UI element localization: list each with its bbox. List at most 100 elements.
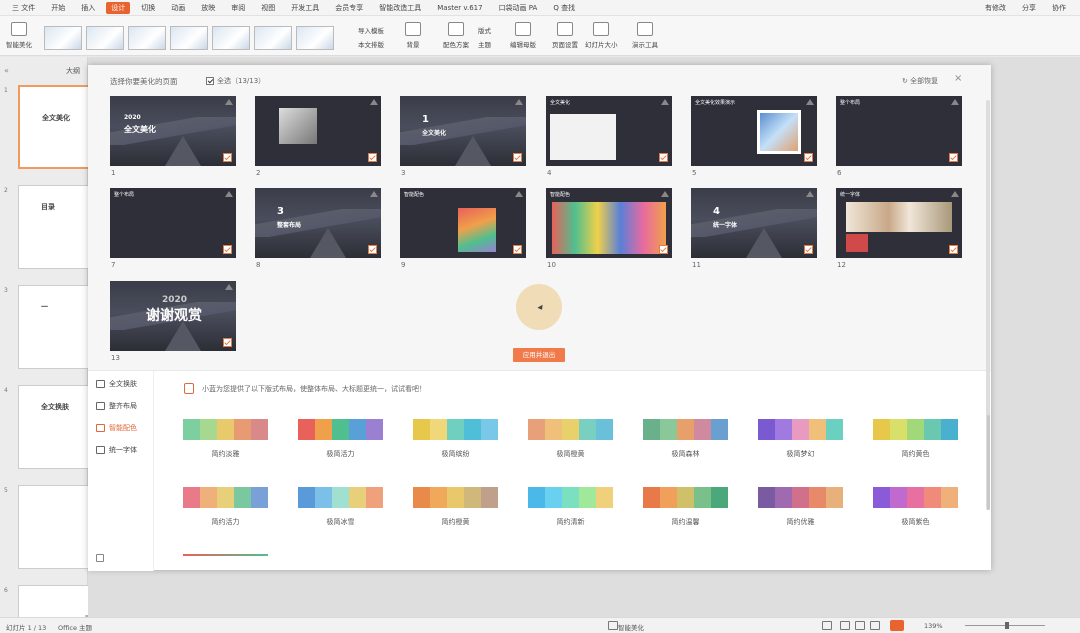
page-checkbox[interactable] <box>949 153 958 162</box>
palette-swatch[interactable] <box>298 419 383 440</box>
nav-item-2[interactable]: 智能配色 <box>96 423 137 433</box>
palette-swatch[interactable] <box>528 419 613 440</box>
page-checkbox[interactable] <box>223 153 232 162</box>
menu-item-7[interactable]: 审阅 <box>223 0 253 16</box>
page-thumbnail[interactable]: 全文美化效果演示 5 <box>691 96 817 177</box>
template-thumb[interactable] <box>128 26 166 50</box>
reset-all-button[interactable]: ↻ 全部恢复 <box>902 76 938 86</box>
palette-swatch[interactable] <box>643 419 728 440</box>
page-checkbox[interactable] <box>949 245 958 254</box>
close-icon[interactable]: × <box>954 73 962 84</box>
menu-item-6[interactable]: 放映 <box>193 0 223 16</box>
palette-swatch[interactable] <box>643 487 728 508</box>
show-tools-button[interactable]: 演示工具 <box>632 22 658 49</box>
template-thumb[interactable] <box>44 26 82 50</box>
palette-swatch[interactable] <box>183 419 268 440</box>
page-thumbnail[interactable]: 3 整套布局 8 <box>255 188 381 269</box>
template-thumb[interactable] <box>296 26 334 50</box>
palette-swatch[interactable] <box>873 419 958 440</box>
page-checkbox[interactable] <box>513 245 522 254</box>
notes-icon[interactable] <box>822 621 832 630</box>
palette-swatch[interactable] <box>758 419 843 440</box>
color-scheme-button[interactable]: 配色方案 <box>443 22 469 49</box>
menu-item-4[interactable]: 切换 <box>133 0 163 16</box>
palette-swatch[interactable] <box>183 487 268 508</box>
menu-item-3[interactable]: 设计 <box>106 1 131 14</box>
menu-item-2[interactable]: 插入 <box>73 0 103 16</box>
collapse-icon[interactable]: « <box>4 66 9 75</box>
slide-thumbnail[interactable]: 全文美化 <box>18 85 90 169</box>
palette-swatch[interactable] <box>413 419 498 440</box>
zoom-level[interactable]: 139% <box>924 622 943 630</box>
page-thumbnail[interactable]: 2020 谢谢观赏 13 <box>110 281 236 362</box>
smart-beautify-button[interactable]: 智能美化 <box>6 22 32 49</box>
template-thumb[interactable] <box>170 26 208 50</box>
menu-item-8[interactable]: 视图 <box>253 0 283 16</box>
page-thumbnail[interactable]: 2 <box>255 96 381 177</box>
menu-item-13[interactable]: 口袋动画 PA <box>491 0 546 16</box>
page-thumbnail[interactable]: 全文美化 4 <box>546 96 672 177</box>
settings-icon[interactable] <box>96 554 104 562</box>
page-checkbox[interactable] <box>659 153 668 162</box>
slide-thumbnail[interactable] <box>18 585 90 620</box>
menu-item-11[interactable]: 智能改造工具 <box>371 0 429 16</box>
page-checkbox[interactable] <box>368 245 377 254</box>
slide-thumbnail[interactable] <box>18 485 90 569</box>
page-checkbox[interactable] <box>513 153 522 162</box>
page-checkbox[interactable] <box>804 245 813 254</box>
page-thumbnail[interactable]: 1 全文美化 3 <box>400 96 526 177</box>
slide-thumbnail[interactable]: 全文换肤 <box>18 385 90 469</box>
menubar-action-1[interactable]: 分享 <box>1014 0 1044 16</box>
page-checkbox[interactable] <box>368 153 377 162</box>
nav-item-0[interactable]: 全文换肤 <box>96 379 137 389</box>
smart-beautify-status[interactable]: 智能美化 <box>618 622 644 632</box>
palette-swatch[interactable] <box>528 487 613 508</box>
slide-size-button[interactable]: 幻灯片大小 <box>585 22 618 49</box>
page-thumbnail[interactable]: 整个布局 7 <box>110 188 236 269</box>
select-all-checkbox[interactable]: 全选（13/13） <box>206 76 265 86</box>
theme-button[interactable]: 主题 <box>478 39 491 49</box>
normal-view-icon[interactable] <box>840 621 850 630</box>
page-thumbnail[interactable]: 智能配色 10 <box>546 188 672 269</box>
import-template-button[interactable]: 导入模板 <box>358 25 384 35</box>
nav-item-1[interactable]: 整齐布局 <box>96 401 137 411</box>
page-thumbnail[interactable]: 智能配色 9 <box>400 188 526 269</box>
menu-item-1[interactable]: 开始 <box>43 0 73 16</box>
slide-thumbnail[interactable]: 目录 <box>18 185 90 269</box>
page-checkbox[interactable] <box>223 245 232 254</box>
page-thumbnail[interactable]: 4 统一字体 11 <box>691 188 817 269</box>
scroll-thumb[interactable] <box>987 415 990 510</box>
slide-thumbnail[interactable]: 一 <box>18 285 90 369</box>
menu-item-9[interactable]: 开发工具 <box>283 0 327 16</box>
page-checkbox[interactable] <box>659 245 668 254</box>
menu-item-10[interactable]: 会员专享 <box>327 0 371 16</box>
page-thumbnail[interactable]: 统一字体 12 <box>836 188 962 269</box>
menubar-action-2[interactable]: 协作 <box>1044 0 1074 16</box>
template-thumb[interactable] <box>86 26 124 50</box>
zoom-slider-handle[interactable] <box>1005 622 1009 629</box>
menubar-action-0[interactable]: 有修改 <box>977 0 1014 16</box>
apply-and-exit-button[interactable]: 应用并退出 <box>513 348 565 362</box>
reading-view-icon[interactable] <box>870 621 880 630</box>
template-thumb[interactable] <box>254 26 292 50</box>
menu-item-12[interactable]: Master v.617 <box>429 0 490 16</box>
palette-swatch[interactable] <box>298 487 383 508</box>
grid-view-icon[interactable] <box>855 621 865 630</box>
menu-item-0[interactable]: 三 文件 <box>4 0 43 16</box>
docx-layout-button[interactable]: 本文排版 <box>358 39 384 49</box>
nav-item-3[interactable]: 统一字体 <box>96 445 137 455</box>
outline-tab[interactable]: 大纲 <box>66 66 80 76</box>
menu-item-14[interactable]: Q 查找 <box>545 0 583 16</box>
play-icon[interactable] <box>890 620 904 631</box>
palette-swatch[interactable] <box>873 487 958 508</box>
menu-item-5[interactable]: 动画 <box>163 0 193 16</box>
background-button[interactable]: 背景 <box>405 22 421 49</box>
page-checkbox[interactable] <box>804 153 813 162</box>
page-thumbnail[interactable]: 整个布局 6 <box>836 96 962 177</box>
template-thumb[interactable] <box>212 26 250 50</box>
page-thumbnail[interactable]: 2020 全文美化 1 <box>110 96 236 177</box>
palette-swatch[interactable] <box>413 487 498 508</box>
page-checkbox[interactable] <box>223 338 232 347</box>
edit-master-button[interactable]: 编辑母版 <box>510 22 536 49</box>
layout-button[interactable]: 版式 <box>478 25 491 35</box>
